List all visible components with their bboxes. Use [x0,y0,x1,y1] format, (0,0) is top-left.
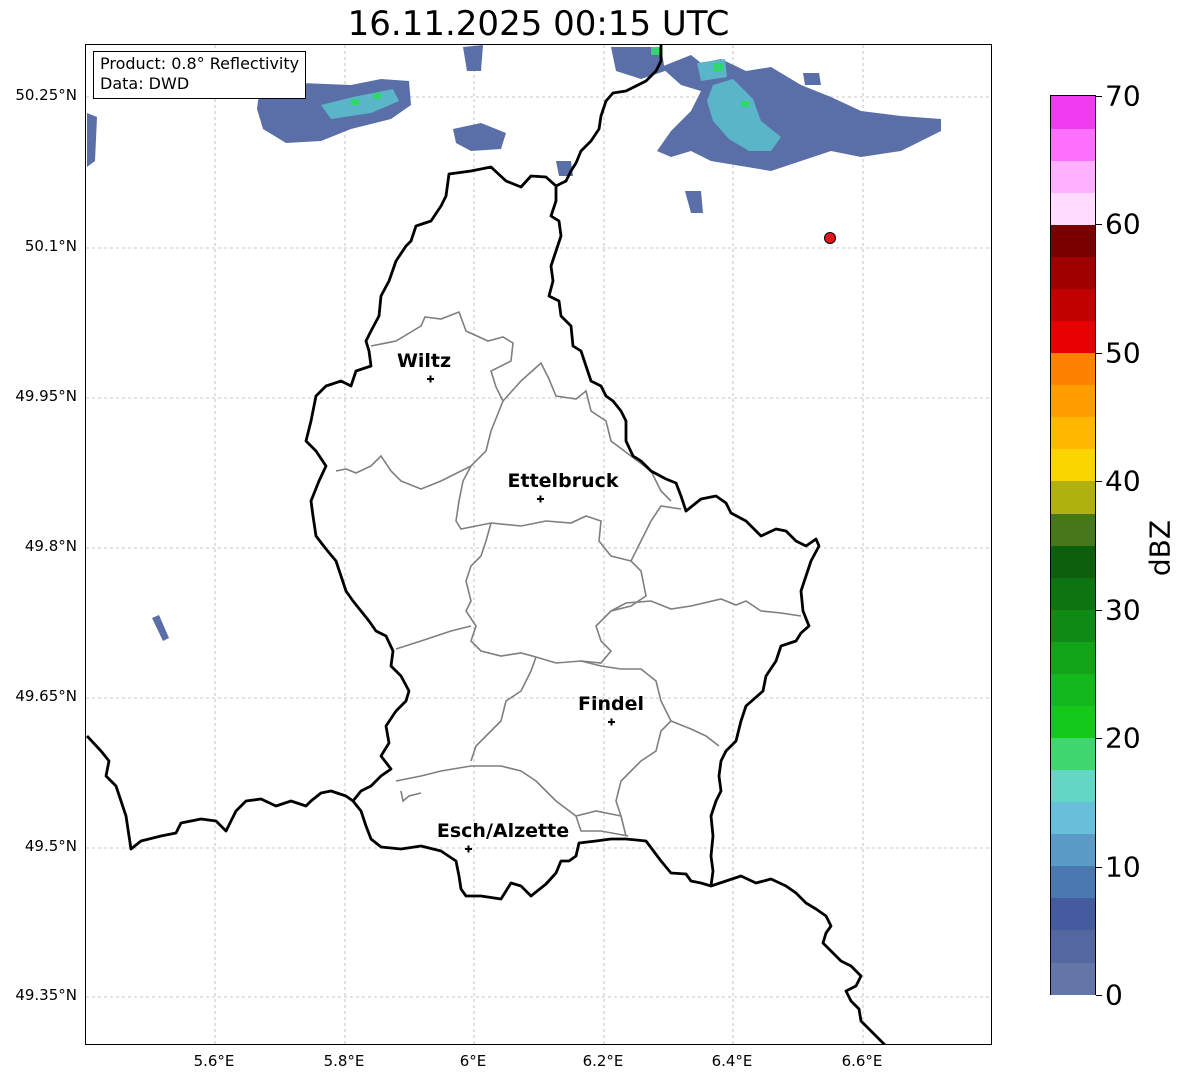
border-line [710,874,886,1044]
colorbar-tick-mark [1096,481,1102,483]
echo-band-north-center [152,45,665,641]
gridlines [86,45,991,1044]
colorbar-band [1051,801,1095,835]
district-boundaries [335,310,802,837]
data-source-line: Data: DWD [100,74,190,93]
lat-tick-label: 49.5°N [24,837,77,855]
product-line: Product: 0.8° Reflectivity [100,54,300,73]
lat-tick-label: 49.65°N [15,687,77,705]
reflectivity-colorbar [1050,95,1096,995]
colorbar-band [1051,833,1095,867]
colorbar-band [1051,929,1095,963]
colorbar-band [1051,512,1095,546]
colorbar-band [1051,897,1095,931]
colorbar-tick-mark [1096,866,1102,868]
colorbar-band [1051,705,1095,738]
colorbar-band [1051,545,1095,578]
colorbar-band [1051,96,1095,129]
colorbar-tick-label: 20 [1105,721,1141,755]
lat-tick-label: 49.35°N [15,986,77,1004]
lat-tick-label: 50.25°N [15,86,77,104]
colorbar-tick-mark [1096,352,1102,354]
colorbar-band [1051,416,1095,450]
lon-tick-label: 6.2°E [582,1052,624,1070]
luxembourg-border [304,165,821,901]
colorbar-band [1051,865,1095,899]
colorbar-band [1051,192,1095,225]
colorbar-tick-label: 40 [1105,464,1141,498]
colorbar-band [1051,224,1095,257]
lon-tick-label: 6°E [459,1052,487,1070]
colorbar-tick-mark [1096,738,1102,740]
colorbar-tick-label: 10 [1105,850,1141,884]
lat-tick-label: 49.95°N [15,387,77,405]
map-title: 16.11.2025 00:15 UTC [347,4,730,44]
lon-tick-label: 6.6°E [841,1052,883,1070]
colorbar-tick-mark [1096,96,1102,97]
colorbar-band [1051,769,1095,803]
border-line [86,735,354,851]
lon-tick-label: 5.6°E [193,1052,235,1070]
colorbar-tick-mark [1096,995,1102,996]
lat-tick-label: 50.1°N [24,237,77,255]
colorbar-band [1051,480,1095,514]
colorbar-tick-mark [1096,609,1102,611]
map-canvas [86,45,991,1044]
product-info-box: Product: 0.8° Reflectivity Data: DWD [93,51,307,99]
colorbar-band [1051,320,1095,354]
city-label-findel: Findel [577,693,645,715]
colorbar-band [1051,577,1095,610]
colorbar-tick-mark [1096,224,1102,226]
colorbar-band [1051,737,1095,771]
national-borders [86,45,886,1044]
colorbar-band [1051,288,1095,322]
colorbar-tick-label: 50 [1105,336,1141,370]
city-label-esch-alzette: Esch/Alzette [436,820,570,842]
city-label-ettelbruck: Ettelbruck [507,470,619,492]
lat-tick-label: 49.8°N [24,537,77,555]
city-label-wiltz: Wiltz [396,350,452,372]
colorbar-tick-label: 0 [1105,978,1123,1012]
colorbar-band [1051,961,1095,995]
colorbar-band [1051,256,1095,289]
colorbar-band [1051,448,1095,482]
echo-band-northeast [657,55,941,213]
colorbar-tick-label: 60 [1105,207,1141,241]
lon-tick-label: 6.4°E [711,1052,753,1070]
colorbar-tick-label: 70 [1105,79,1141,113]
radar-map[interactable] [85,44,992,1045]
colorbar-band [1051,641,1095,674]
colorbar-unit-label: dBZ [1143,519,1177,577]
lon-tick-label: 5.8°E [323,1052,365,1070]
colorbar-band [1051,609,1095,642]
colorbar-band [1051,128,1095,161]
colorbar-band [1051,384,1095,418]
city-markers [427,375,615,853]
colorbar-tick-label: 30 [1105,593,1141,627]
colorbar-band [1051,673,1095,706]
colorbar-band [1051,160,1095,193]
colorbar-band [1051,352,1095,386]
radar-site-marker [824,232,836,244]
